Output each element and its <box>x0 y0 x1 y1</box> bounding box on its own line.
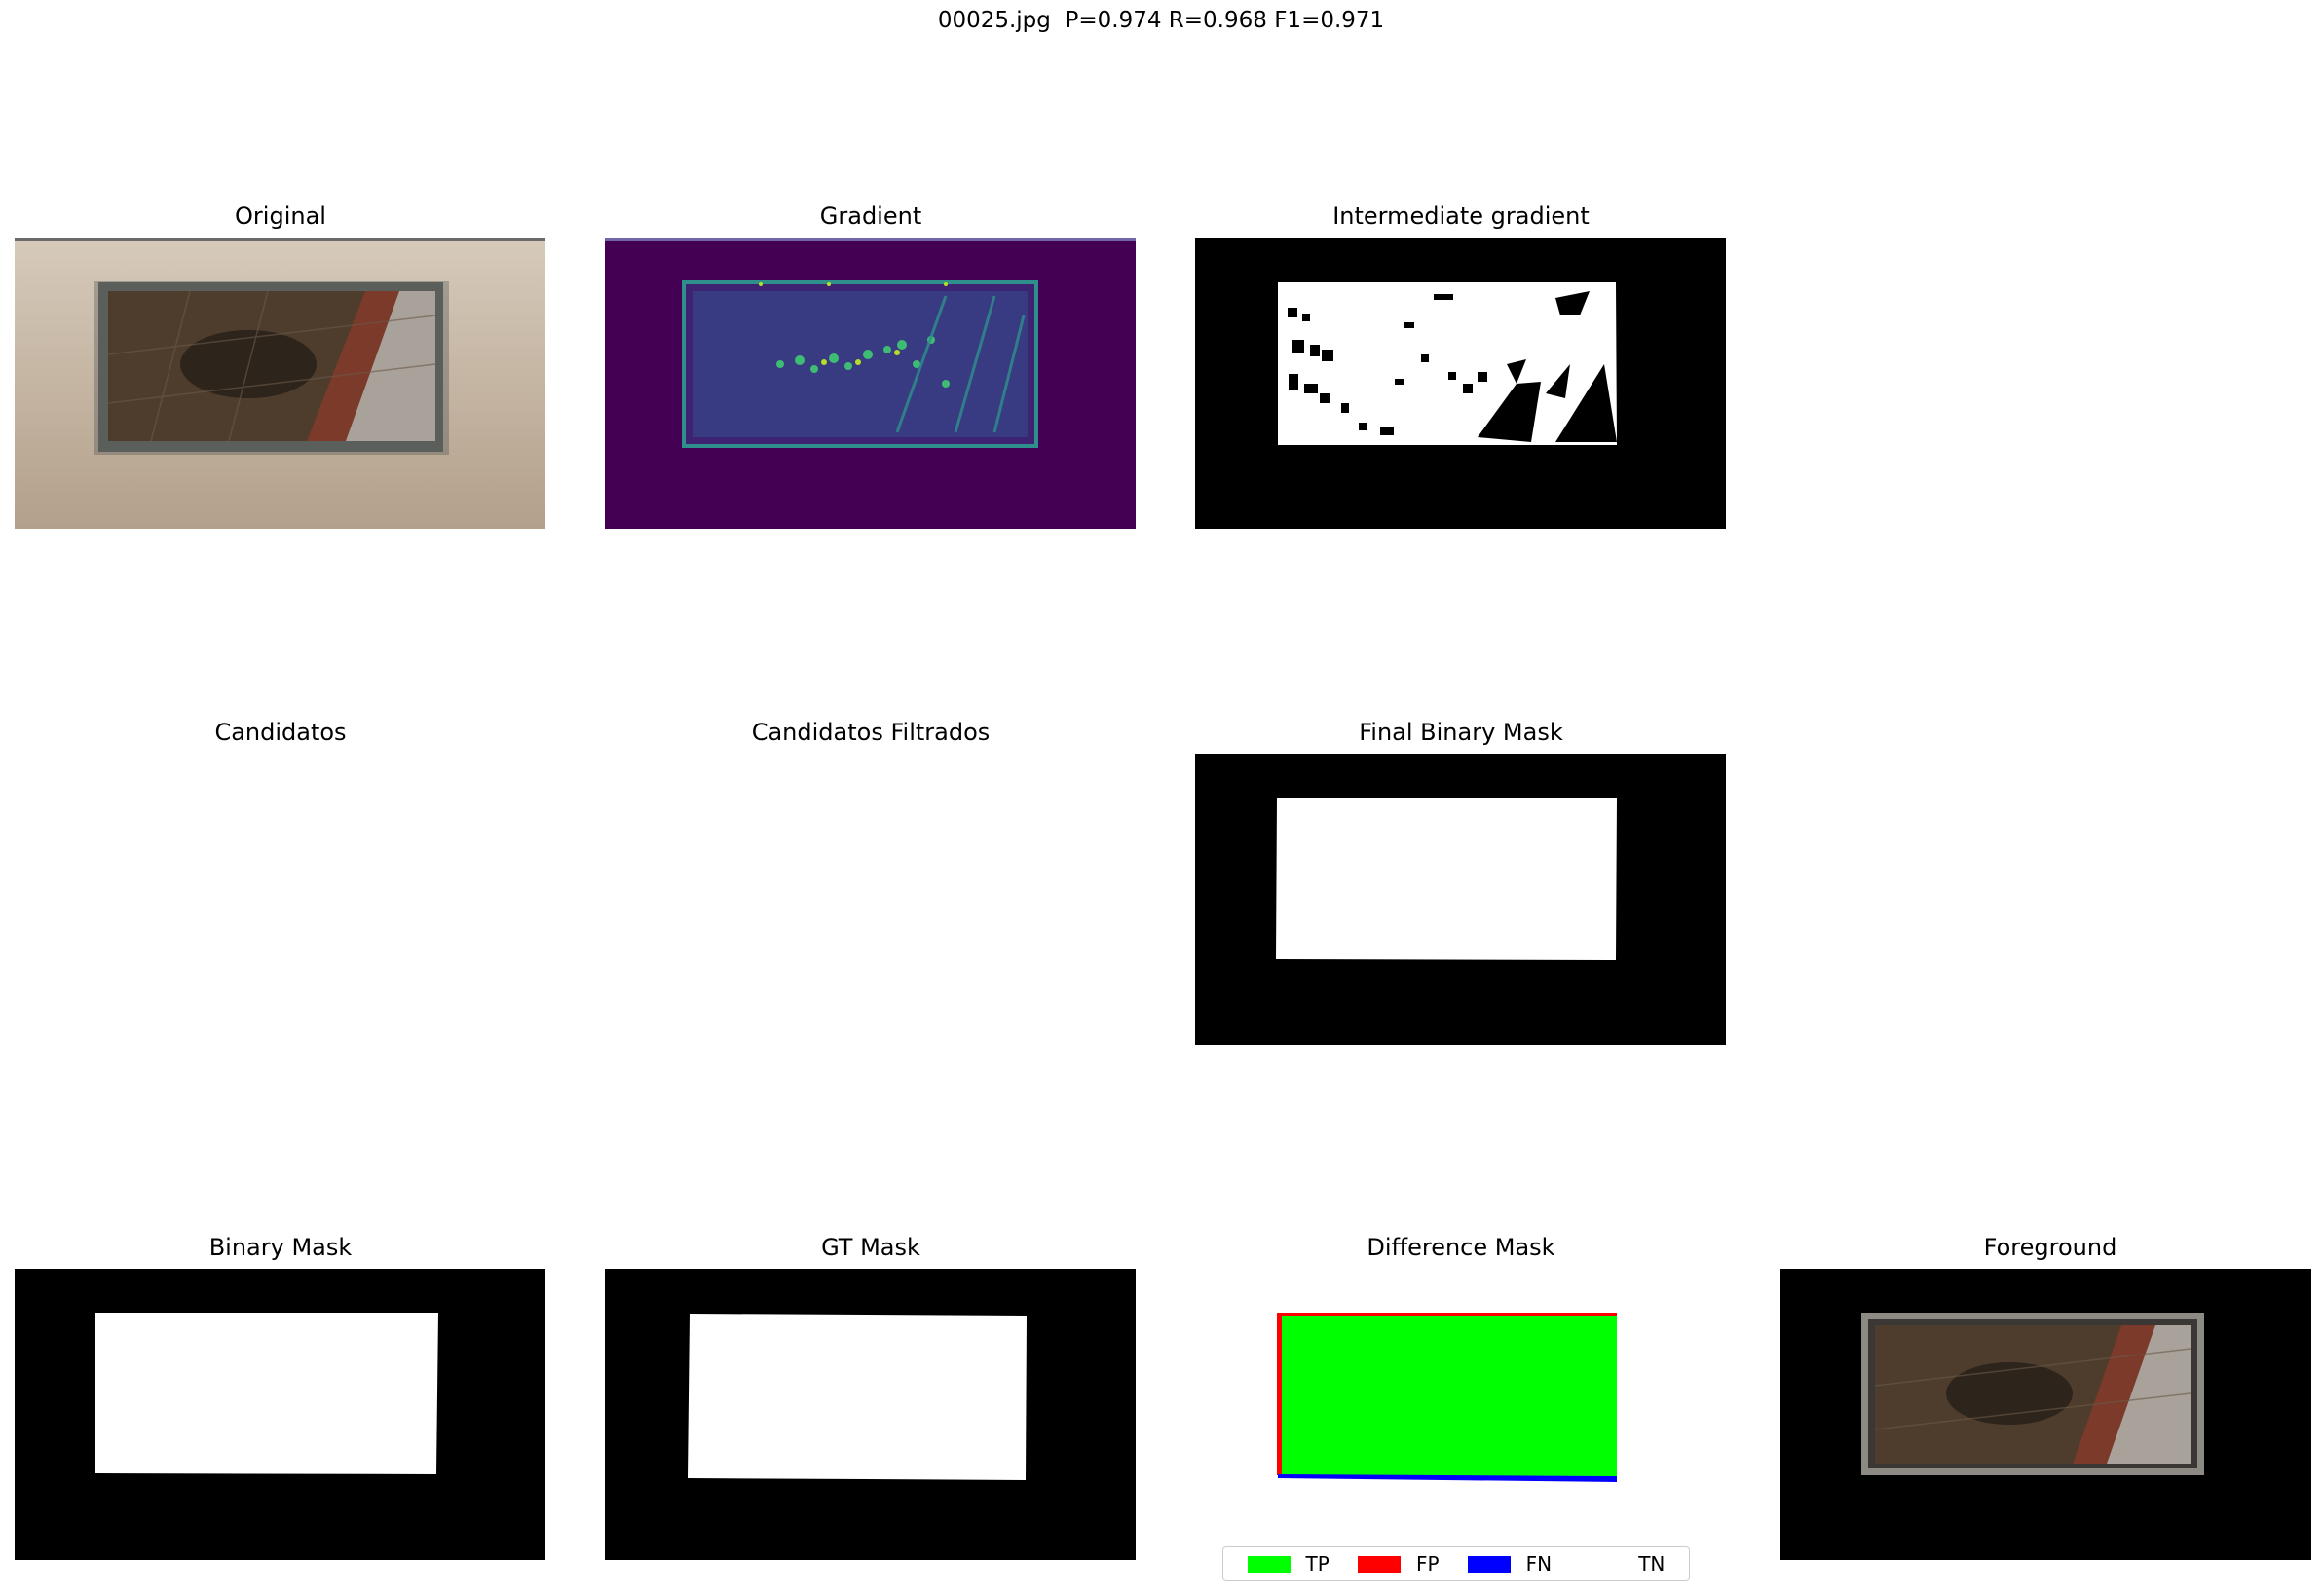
title-gt-mask: GT Mask <box>821 1234 920 1261</box>
legend-item-tp: TP <box>1247 1552 1330 1576</box>
legend-item-fn: FN <box>1467 1552 1553 1576</box>
intermediate-gradient-image <box>1195 238 1726 529</box>
title-original: Original <box>235 203 326 230</box>
legend-label-fn: FN <box>1525 1552 1553 1576</box>
title-binary-mask: Binary Mask <box>208 1234 353 1261</box>
legend-label-fp: FP <box>1415 1552 1440 1576</box>
legend-item-tn: TN <box>1580 1552 1665 1576</box>
title-final-mask: Final Binary Mask <box>1359 719 1563 746</box>
figure-suptitle: 00025.jpg P=0.974 R=0.968 F1=0.971 <box>937 8 1385 33</box>
legend-label-tp: TP <box>1305 1552 1330 1576</box>
title-candidatos: Candidatos <box>214 719 347 746</box>
title-candidatos-filtrados: Candidatos Filtrados <box>751 719 991 746</box>
title-foreground: Foreground <box>1983 1234 2117 1261</box>
legend-swatch-fp <box>1357 1555 1401 1573</box>
binary-mask-image <box>15 1269 545 1560</box>
legend-swatch-tp <box>1247 1555 1291 1573</box>
legend-label-tn: TN <box>1638 1552 1666 1576</box>
legend-swatch-fn <box>1467 1555 1511 1573</box>
foreground-image <box>1780 1269 2311 1560</box>
difference-mask-image <box>1195 1269 1726 1560</box>
legend-item-fp: FP <box>1357 1552 1440 1576</box>
legend-swatch-tn <box>1580 1555 1624 1573</box>
final-binary-mask-image <box>1195 754 1726 1045</box>
title-intermediate: Intermediate gradient <box>1332 203 1590 230</box>
original-image <box>15 238 545 529</box>
gradient-image <box>605 238 1136 529</box>
title-gradient: Gradient <box>819 203 922 230</box>
title-difference-mask: Difference Mask <box>1367 1234 1555 1261</box>
legend: TP FP FN TN <box>1222 1546 1690 1581</box>
gt-mask-image <box>605 1269 1136 1560</box>
